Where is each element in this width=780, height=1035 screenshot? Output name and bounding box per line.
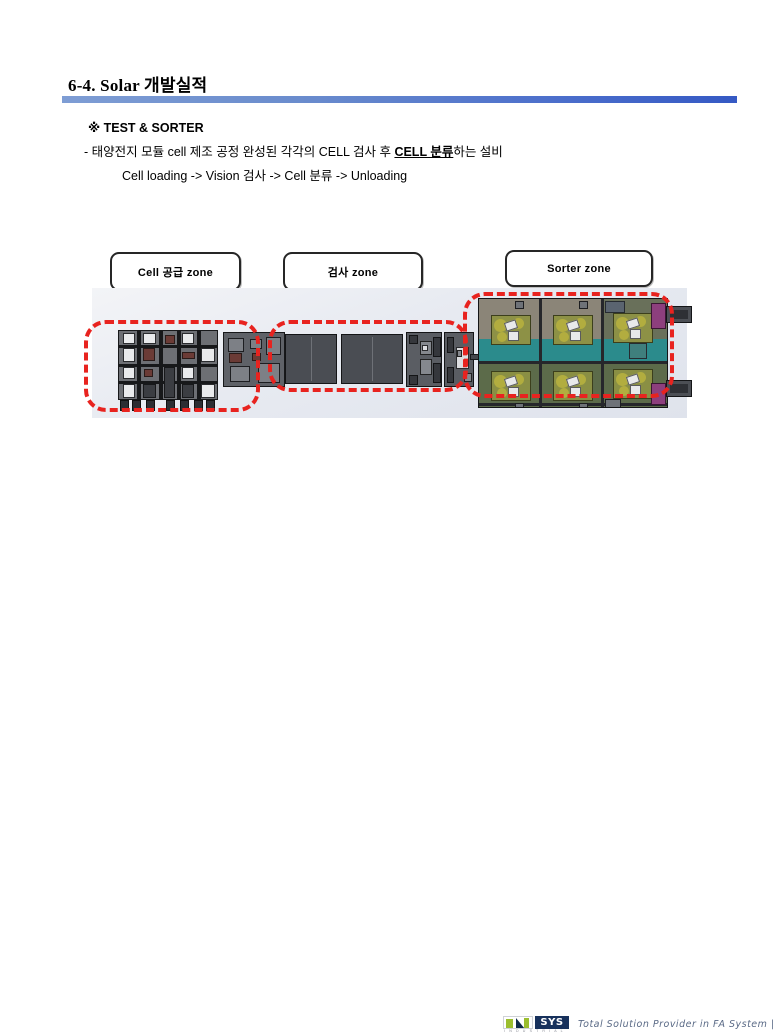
zone-label-inspection: 검사 zone xyxy=(283,252,423,291)
sorter-robot-cell xyxy=(613,313,653,343)
vision-detail-block xyxy=(406,332,442,387)
company-logo: SYS I N D U S T R I A L xyxy=(503,1016,577,1035)
page-title: 6-4. Solar 개발실적 xyxy=(68,71,207,96)
zone-label-cell-supply-text: Cell 공급 zone xyxy=(137,266,214,279)
title-underline-bar xyxy=(62,96,737,103)
cell-supply-frame xyxy=(118,330,218,400)
zone-label-sorter: Sorter zone xyxy=(505,250,653,287)
logo-sys-text: SYS xyxy=(535,1016,569,1029)
sorter-robot-cell xyxy=(491,371,531,401)
cell-supply-feet xyxy=(118,400,218,411)
description-post: 하는 설비 xyxy=(453,145,503,159)
equipment-machine-drawing xyxy=(92,288,692,418)
sorter-robot-cell xyxy=(553,371,593,401)
sorter-robot-cell xyxy=(491,315,531,345)
zone-label-sorter-text: Sorter zone xyxy=(547,262,611,275)
page-title-korean: 개발실적 xyxy=(144,76,208,95)
section-heading: ※ TEST & SORTER xyxy=(88,121,204,135)
slide-footer: SYS I N D U S T R I A L Total Solution P… xyxy=(0,505,780,1033)
slide-root: 6-4. Solar 개발실적 ※ TEST & SORTER - 태양전지 모… xyxy=(0,0,780,1033)
sorter-side-port-bottom xyxy=(666,380,692,397)
description-pre: - 태양전지 모듈 cell 제조 공정 완성된 각각의 CELL 검사 후 xyxy=(84,145,395,159)
zone-label-inspection-text: 검사 zone xyxy=(327,266,379,279)
inspection-conveyor-module xyxy=(285,332,474,388)
sorter-module xyxy=(478,298,668,408)
sorter-robot-cell xyxy=(613,369,653,399)
process-flow-line: Cell loading -> Vision 검사 -> Cell 분류 -> … xyxy=(122,169,408,183)
logo-in-mark-icon xyxy=(503,1016,533,1029)
description-line: - 태양전지 모듈 cell 제조 공정 완성된 각각의 CELL 검사 후 C… xyxy=(84,141,503,160)
equipment-diagram-panel xyxy=(92,288,692,418)
cell-transfer-module xyxy=(223,332,285,387)
sorter-side-port-top xyxy=(666,306,692,323)
sorter-robot-cell xyxy=(553,315,593,345)
logo-subtext: I N D U S T R I A L xyxy=(504,1029,565,1033)
zone-label-cell-supply: Cell 공급 zone xyxy=(110,252,241,291)
description-emphasis: CELL 분류 xyxy=(394,145,454,159)
footer-tagline: Total Solution Provider in FA System | xyxy=(578,1019,775,1030)
page-title-main: 6-4. Solar xyxy=(68,76,145,95)
